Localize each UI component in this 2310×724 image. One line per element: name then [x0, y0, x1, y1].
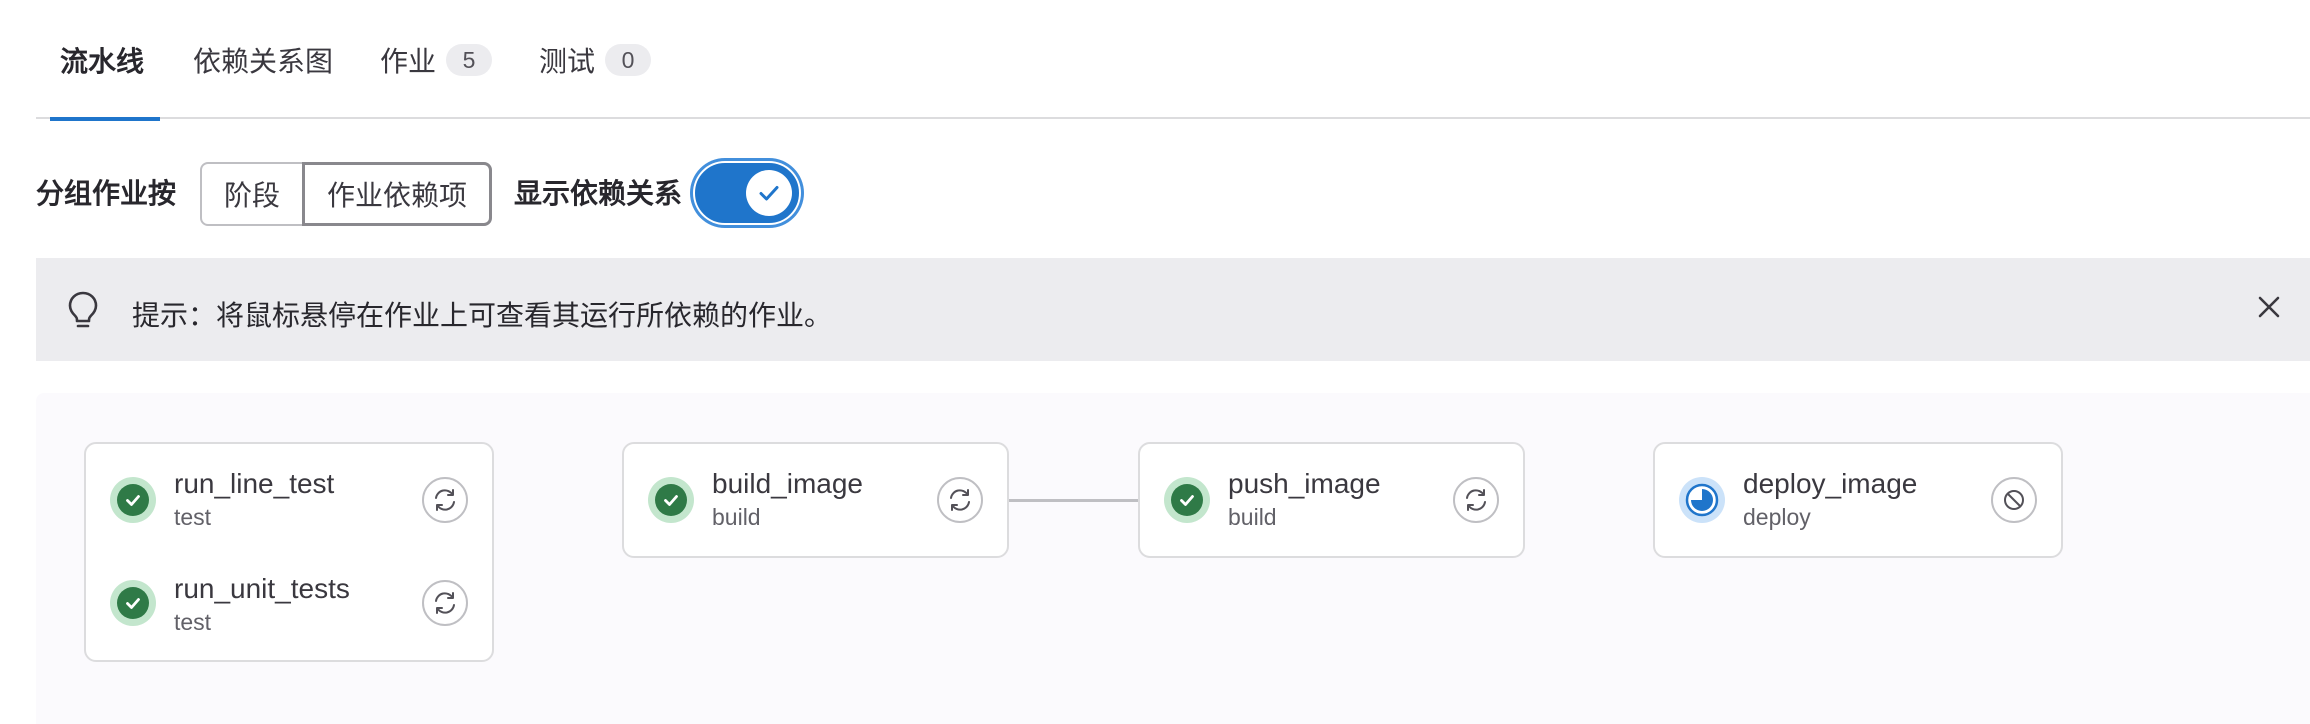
show-dependencies-toggle[interactable] [695, 163, 799, 223]
tip-alert-text: 提示：将鼠标悬停在作业上可查看其运行所依赖的作业。 [132, 300, 833, 331]
toggle-knob [746, 170, 792, 216]
close-icon[interactable] [2254, 292, 2284, 327]
status-success-icon [110, 580, 156, 626]
tab-tests-count-badge: 0 [605, 43, 652, 76]
tab-pipeline-label: 流水线 [60, 45, 145, 77]
tab-jobs-label: 作业 [380, 45, 437, 77]
status-running-icon [1679, 477, 1725, 523]
job-item[interactable]: run_line_test test [84, 460, 494, 540]
job-name: push_image [1228, 468, 1381, 499]
retry-icon[interactable] [937, 477, 983, 523]
tab-tests-label: 测试 [539, 45, 596, 77]
job-stage: deploy [1743, 504, 1811, 530]
bulb-icon [66, 290, 100, 335]
tab-dependency-graph[interactable]: 依赖关系图 [193, 0, 333, 119]
job-stage: build [712, 504, 761, 530]
job-item[interactable]: deploy_image deploy [1653, 460, 2063, 540]
retry-icon[interactable] [422, 477, 468, 523]
status-success-icon [1164, 477, 1210, 523]
tab-pipeline[interactable]: 流水线 [49, 0, 161, 121]
tab-jobs-count-badge: 5 [446, 43, 493, 76]
tab-dependency-graph-label: 依赖关系图 [193, 45, 334, 77]
retry-icon[interactable] [422, 580, 468, 626]
check-icon [759, 186, 779, 201]
job-stage: build [1228, 504, 1277, 530]
status-success-icon [648, 477, 694, 523]
tab-tests[interactable]: 测试 0 [539, 0, 652, 119]
tab-jobs[interactable]: 作业 5 [380, 0, 493, 119]
cancel-icon[interactable] [1991, 477, 2037, 523]
group-by-segmented-control: 阶段 作业依赖项 [200, 162, 493, 226]
dependency-link [1009, 499, 1138, 502]
group-by-label: 分组作业按 [36, 178, 177, 209]
pipeline-tabs: 流水线 依赖关系图 作业 5 测试 0 [36, 0, 2310, 121]
job-name: build_image [712, 468, 863, 499]
job-name: deploy_image [1743, 468, 1918, 499]
tip-alert: 提示：将鼠标悬停在作业上可查看其运行所依赖的作业。 [36, 258, 2310, 361]
status-success-icon [110, 477, 156, 523]
retry-icon[interactable] [1453, 477, 1499, 523]
job-item[interactable]: push_image build [1138, 460, 1525, 540]
job-item[interactable]: run_unit_tests test [84, 563, 494, 643]
job-name: run_unit_tests [174, 573, 350, 604]
job-item[interactable]: build_image build [622, 460, 1009, 540]
group-by-stage-button[interactable]: 阶段 [200, 162, 305, 226]
job-stage: test [174, 609, 212, 635]
job-stage: test [174, 504, 212, 530]
group-by-job-dependencies-button[interactable]: 作业依赖项 [302, 162, 493, 226]
job-name: run_line_test [174, 468, 335, 499]
show-dependencies-label: 显示依赖关系 [514, 178, 683, 209]
